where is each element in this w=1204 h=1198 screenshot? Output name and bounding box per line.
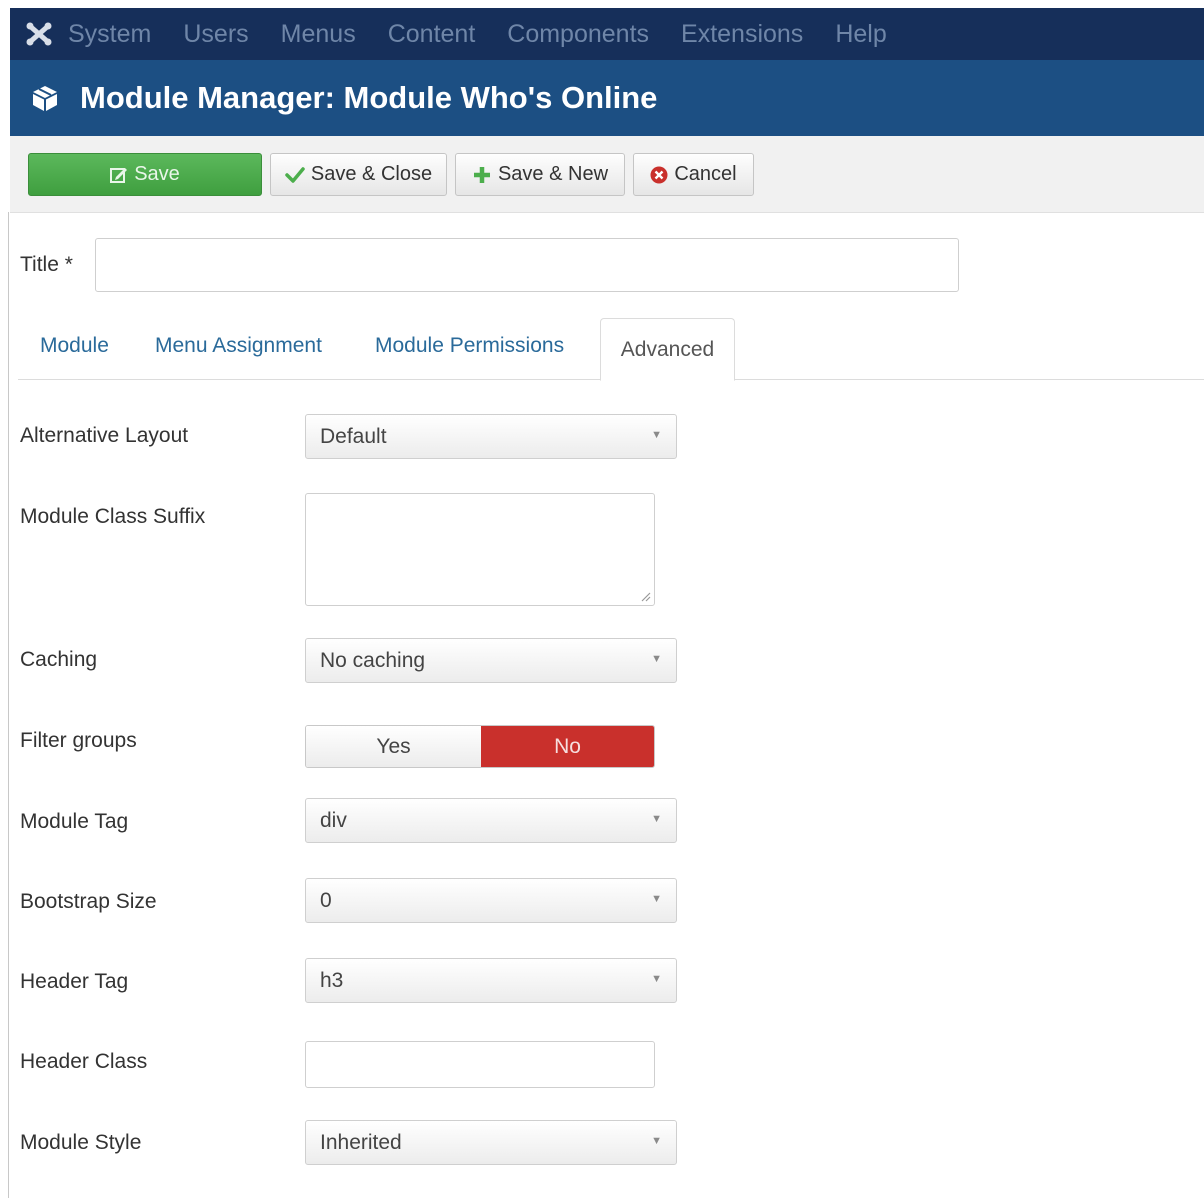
- nav-components[interactable]: Components: [507, 20, 649, 49]
- module-tag-value: div: [320, 808, 347, 832]
- page-header: Module Manager: Module Who's Online: [10, 60, 1204, 136]
- alternative-layout-select[interactable]: Default ▼: [305, 414, 677, 459]
- cancel-icon: [650, 166, 668, 184]
- header-class-input[interactable]: [305, 1041, 655, 1088]
- nav-content[interactable]: Content: [388, 20, 476, 49]
- nav-help[interactable]: Help: [835, 20, 886, 49]
- module-class-suffix-label: Module Class Suffix: [20, 505, 206, 528]
- module-tag-select[interactable]: div ▼: [305, 798, 677, 843]
- joomla-logo-icon[interactable]: [10, 8, 68, 60]
- header-class-label: Header Class: [20, 1050, 148, 1073]
- filter-groups-yes[interactable]: Yes: [306, 726, 481, 767]
- save-new-button-label: Save & New: [497, 163, 609, 185]
- nav-system[interactable]: System: [68, 20, 151, 49]
- title-label: Title *: [20, 253, 73, 276]
- top-navbar: System Users Menus Content Components Ex…: [10, 8, 1204, 60]
- caching-label: Caching: [20, 648, 98, 671]
- filter-groups-no[interactable]: No: [481, 726, 654, 767]
- page: System Users Menus Content Components Ex…: [0, 0, 1204, 1198]
- save-button-label: Save: [134, 163, 180, 185]
- bootstrap-size-select[interactable]: 0 ▼: [305, 878, 677, 923]
- dropdown-caret-icon: ▼: [651, 893, 662, 905]
- page-title: Module Manager: Module Who's Online: [80, 80, 658, 115]
- save-close-button-label: Save & Close: [310, 163, 433, 185]
- dropdown-caret-icon: ▼: [651, 1135, 662, 1147]
- cancel-button-label: Cancel: [674, 163, 737, 185]
- cube-icon: [10, 84, 80, 112]
- edit-icon: [110, 166, 128, 184]
- dropdown-caret-icon: ▼: [651, 973, 662, 985]
- tab-advanced[interactable]: Advanced: [600, 318, 735, 381]
- filter-groups-toggle: Yes No: [305, 725, 655, 768]
- module-tag-label: Module Tag: [20, 810, 129, 833]
- module-style-value: Inherited: [320, 1130, 402, 1154]
- module-style-label: Module Style: [20, 1131, 142, 1154]
- tab-menu-assignment[interactable]: Menu Assignment: [155, 334, 322, 358]
- caching-value: No caching: [320, 648, 426, 672]
- alternative-layout-value: Default: [320, 424, 387, 448]
- toolbar: Save Save & Close Save & New Cancel: [10, 136, 1204, 213]
- dropdown-caret-icon: ▼: [651, 813, 662, 825]
- nav-menus[interactable]: Menus: [281, 20, 356, 49]
- left-border: [8, 212, 9, 1198]
- dropdown-caret-icon: ▼: [651, 429, 662, 441]
- caching-select[interactable]: No caching ▼: [305, 638, 677, 683]
- bootstrap-size-label: Bootstrap Size: [20, 890, 157, 913]
- module-style-select[interactable]: Inherited ▼: [305, 1120, 677, 1165]
- alternative-layout-label: Alternative Layout: [20, 424, 189, 447]
- cancel-button[interactable]: Cancel: [633, 153, 754, 196]
- module-class-suffix-textarea[interactable]: [305, 493, 655, 606]
- dropdown-caret-icon: ▼: [651, 653, 662, 665]
- filter-groups-label: Filter groups: [20, 729, 137, 752]
- tab-module[interactable]: Module: [40, 334, 109, 358]
- resize-grip-icon[interactable]: [639, 590, 651, 602]
- bootstrap-size-value: 0: [320, 888, 332, 912]
- header-tag-value: h3: [320, 968, 344, 992]
- checkmark-icon: [285, 166, 305, 184]
- save-close-button[interactable]: Save & Close: [270, 153, 447, 196]
- header-tag-select[interactable]: h3 ▼: [305, 958, 677, 1003]
- nav-users[interactable]: Users: [183, 20, 248, 49]
- title-input[interactable]: [95, 238, 959, 292]
- nav-extensions[interactable]: Extensions: [681, 20, 803, 49]
- header-tag-label: Header Tag: [20, 970, 129, 993]
- tab-module-permissions[interactable]: Module Permissions: [375, 334, 564, 358]
- save-new-button[interactable]: Save & New: [455, 153, 625, 196]
- plus-icon: [472, 165, 492, 185]
- save-button[interactable]: Save: [28, 153, 262, 196]
